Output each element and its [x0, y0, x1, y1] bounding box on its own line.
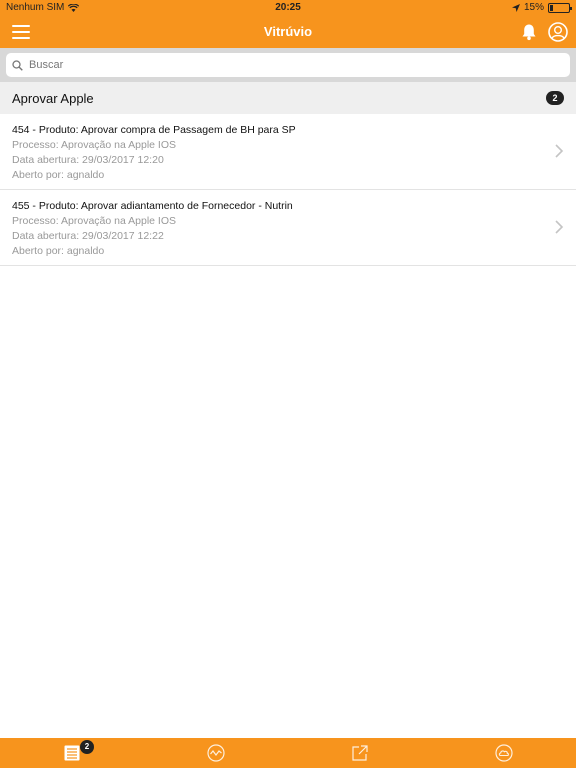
tab-badge: 2 — [80, 740, 94, 754]
item-aberto-por: Aberto por: agnaldo — [12, 245, 105, 257]
search-box[interactable] — [6, 53, 570, 77]
tab-share[interactable] — [288, 738, 432, 768]
search-bar — [0, 48, 576, 82]
item-processo: Processo: Aprovação na Apple IOS — [12, 215, 177, 227]
tab-cloud[interactable] — [432, 738, 576, 768]
battery-icon — [548, 2, 572, 13]
battery-percent: 15% — [523, 2, 544, 13]
search-input[interactable] — [29, 59, 570, 71]
tab-bar: 2 — [0, 738, 576, 768]
approval-list: 454 - Produto: Aprovar compra de Passage… — [0, 114, 576, 266]
item-data-abertura: Data abertura: 29/03/2017 12:20 — [12, 154, 164, 166]
status-bar: Nenhum SIM 20:25 15% — [0, 0, 576, 16]
section-title: Aprovar Apple — [12, 90, 94, 106]
chevron-right-icon — [555, 220, 564, 234]
user-profile-icon[interactable] — [548, 22, 568, 42]
bell-icon[interactable] — [520, 23, 538, 41]
status-right: 15% — [511, 2, 572, 13]
page-title: Vitrúvio — [263, 24, 313, 39]
chart-wave-icon — [207, 744, 225, 762]
item-aberto-por: Aberto por: agnaldo — [12, 169, 105, 181]
tab-list[interactable]: 2 — [0, 738, 144, 768]
item-title: 455 - Produto: Aprovar adiantamento de F… — [12, 200, 293, 212]
item-data-abertura: Data abertura: 29/03/2017 12:22 — [12, 230, 164, 242]
list-icon — [64, 745, 80, 761]
navbar: Vitrúvio — [0, 16, 576, 48]
list-item[interactable]: 454 - Produto: Aprovar compra de Passage… — [0, 114, 576, 190]
section-header: Aprovar Apple 2 — [0, 82, 576, 114]
chevron-right-icon — [555, 144, 564, 158]
item-title: 454 - Produto: Aprovar compra de Passage… — [12, 124, 296, 136]
location-arrow-icon — [511, 3, 520, 12]
top-bar: Nenhum SIM 20:25 15% Vitrúvio — [0, 0, 576, 48]
item-processo: Processo: Aprovação na Apple IOS — [12, 139, 177, 151]
tab-chart[interactable] — [144, 738, 288, 768]
list-item[interactable]: 455 - Produto: Aprovar adiantamento de F… — [0, 190, 576, 266]
search-icon — [12, 59, 23, 71]
count-badge: 2 — [546, 91, 564, 105]
external-link-icon — [352, 745, 368, 761]
cloud-icon — [495, 744, 513, 762]
clock: 20:25 — [275, 2, 301, 13]
